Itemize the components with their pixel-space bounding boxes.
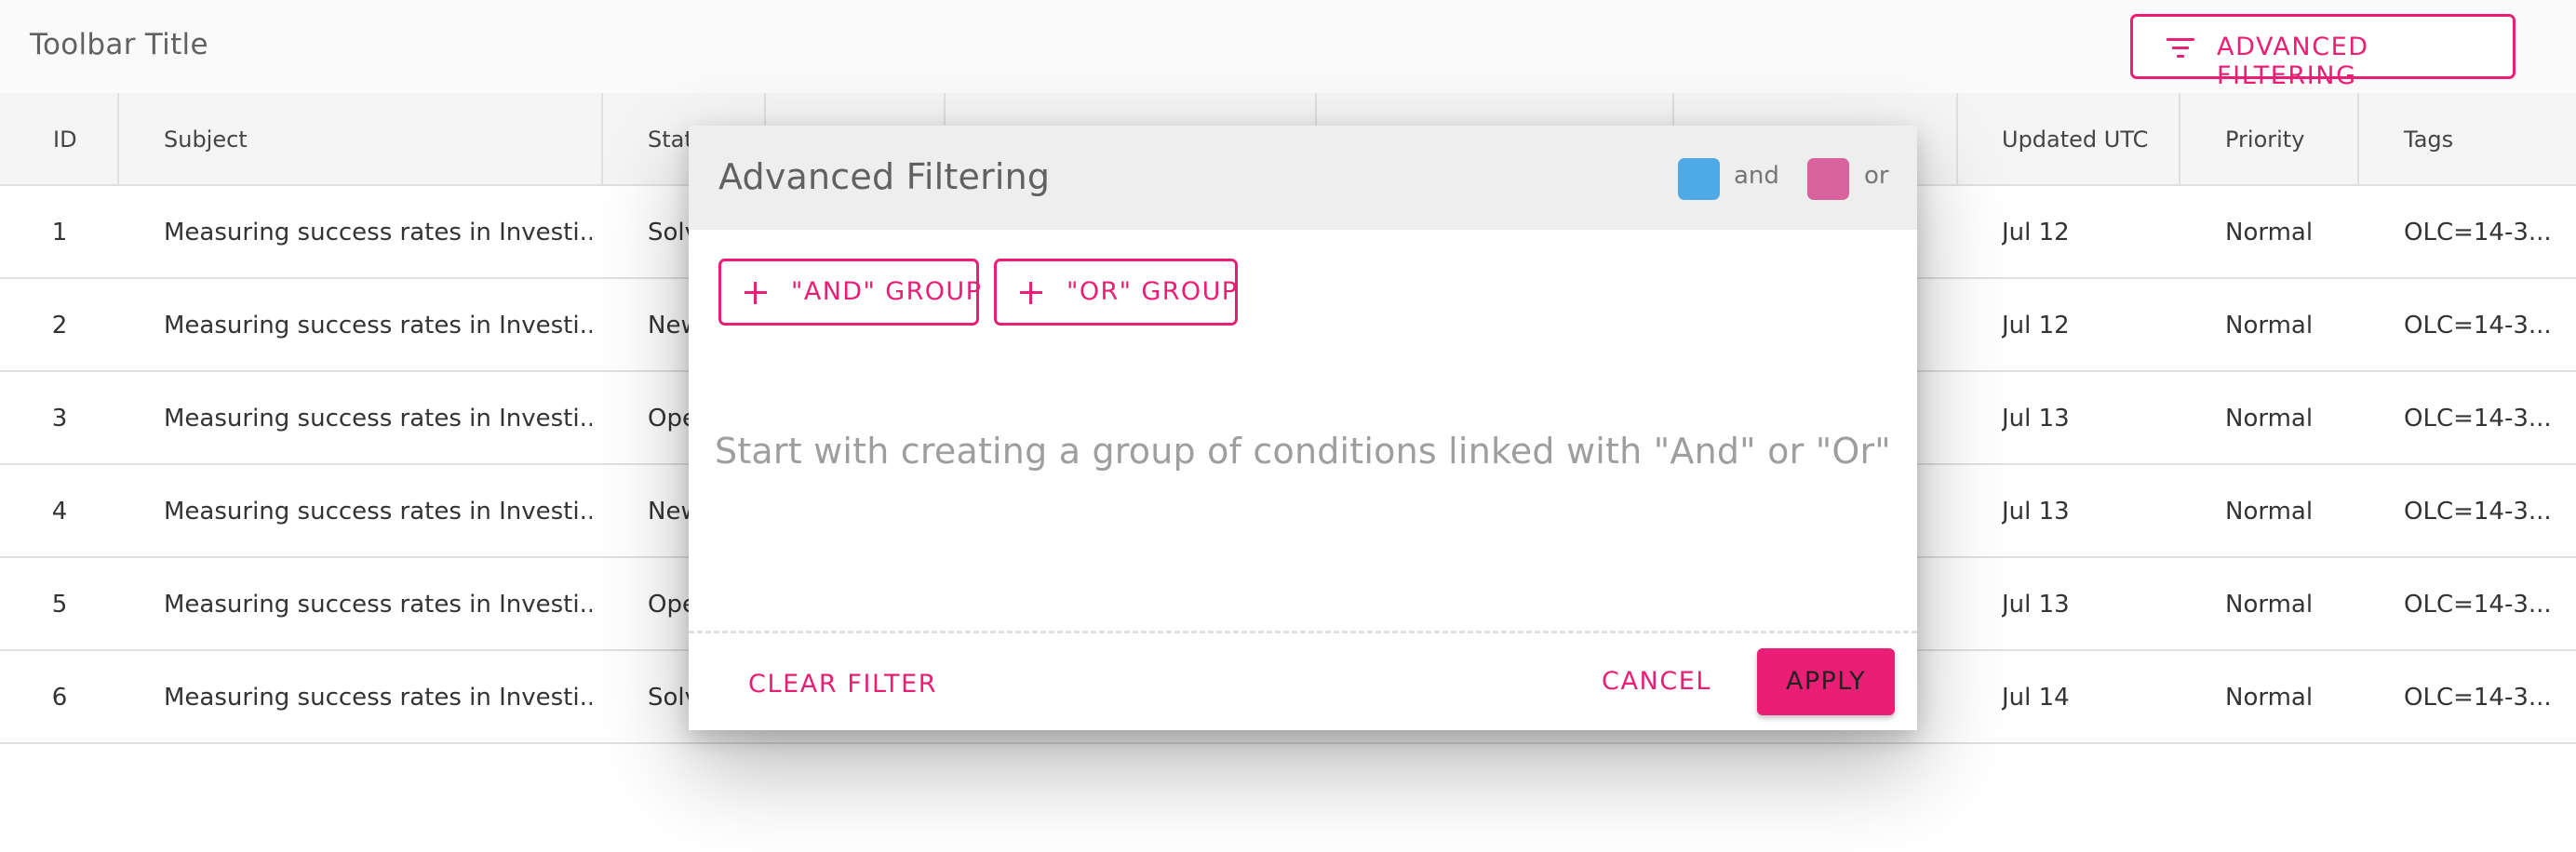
empty-state-message: Start with creating a group of condition… <box>715 431 1891 472</box>
toolbar: Toolbar Title ADVANCED FILTERING <box>0 0 2576 93</box>
cell-subject: Measuring success rates in Investi... <box>164 405 592 433</box>
plus-icon <box>1020 282 1042 304</box>
cell-updated: Jul 12 <box>2002 219 2070 246</box>
cell-tags: OLC=14-3... <box>2404 684 2552 712</box>
footer-divider <box>689 631 1917 633</box>
or-legend-swatch <box>1807 158 1849 200</box>
advanced-filtering-button[interactable]: ADVANCED FILTERING <box>2130 14 2516 90</box>
cell-id: 4 <box>51 498 68 526</box>
cell-priority: Normal <box>2225 684 2314 712</box>
column-header-subject[interactable]: Subject <box>119 93 603 186</box>
column-header-updated[interactable]: Updated UTC <box>1958 93 2180 186</box>
cell-subject: Measuring success rates in Investi... <box>164 591 592 619</box>
column-header-id[interactable]: ID <box>0 93 119 186</box>
cell-id: 6 <box>51 684 68 712</box>
apply-label: APPLY <box>1786 667 1866 696</box>
dialog-title: Advanced Filtering <box>718 156 1051 197</box>
advanced-filtering-label: ADVANCED FILTERING <box>2217 33 2369 90</box>
plus-icon <box>745 282 767 304</box>
cell-id: 5 <box>51 591 68 619</box>
advanced-filtering-dialog: Advanced Filtering and or "AND" GROUP "O… <box>689 126 1917 730</box>
cell-subject: Measuring success rates in Investi... <box>164 219 592 246</box>
add-and-group-button[interactable]: "AND" GROUP <box>718 259 983 326</box>
cell-id: 3 <box>51 405 68 433</box>
dialog-header: Advanced Filtering and or <box>689 126 1917 230</box>
column-header-priority[interactable]: Priority <box>2180 93 2359 186</box>
cell-tags: OLC=14-3... <box>2404 591 2552 619</box>
cell-updated: Jul 14 <box>2002 684 2070 712</box>
cell-tags: OLC=14-3... <box>2404 219 2552 246</box>
and-legend-swatch <box>1678 158 1720 200</box>
cell-priority: Normal <box>2225 312 2314 339</box>
cell-subject: Measuring success rates in Investi... <box>164 684 592 712</box>
toolbar-title: Toolbar Title <box>30 28 208 61</box>
cell-updated: Jul 13 <box>2002 498 2070 526</box>
cell-updated: Jul 13 <box>2002 591 2070 619</box>
clear-filter-button[interactable]: CLEAR FILTER <box>748 670 937 699</box>
add-or-group-label: "OR" GROUP <box>1067 277 1239 306</box>
cell-subject: Measuring success rates in Investi... <box>164 498 592 526</box>
apply-button[interactable]: APPLY <box>1757 648 1895 715</box>
cell-priority: Normal <box>2225 219 2314 246</box>
cell-id: 2 <box>51 312 68 339</box>
cell-subject: Measuring success rates in Investi... <box>164 312 592 339</box>
filter-icon <box>2167 36 2194 59</box>
cell-priority: Normal <box>2225 591 2314 619</box>
or-legend-label: or <box>1864 162 1889 190</box>
cell-tags: OLC=14-3... <box>2404 312 2552 339</box>
cancel-button[interactable]: CANCEL <box>1602 667 1711 696</box>
cell-updated: Jul 12 <box>2002 312 2070 339</box>
cell-id: 1 <box>51 219 68 246</box>
column-header-tags[interactable]: Tags <box>2359 93 2576 186</box>
cell-priority: Normal <box>2225 498 2314 526</box>
cell-priority: Normal <box>2225 405 2314 433</box>
cell-updated: Jul 13 <box>2002 405 2070 433</box>
add-and-group-label: "AND" GROUP <box>791 277 983 306</box>
and-legend-label: and <box>1734 162 1779 190</box>
cell-tags: OLC=14-3... <box>2404 405 2552 433</box>
cell-tags: OLC=14-3... <box>2404 498 2552 526</box>
add-or-group-button[interactable]: "OR" GROUP <box>994 259 1238 326</box>
